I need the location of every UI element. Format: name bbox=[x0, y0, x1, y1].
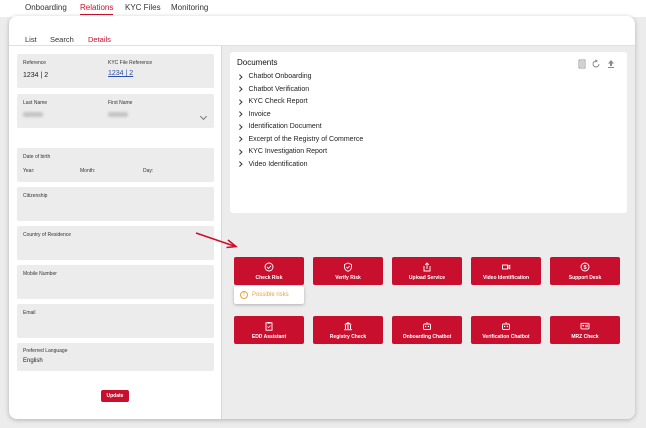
preferred-language-label: Preferred Language bbox=[23, 348, 68, 354]
verify-risk-button[interactable]: Verify Risk bbox=[313, 257, 383, 285]
last-name-redacted bbox=[23, 112, 43, 117]
first-name-label: First Name bbox=[108, 100, 133, 106]
kyc-file-reference-label: KYC File Reference bbox=[108, 60, 153, 66]
tab-monitoring[interactable]: Monitoring bbox=[171, 3, 208, 12]
support-desk-button[interactable]: $ Support Desk bbox=[550, 257, 620, 285]
documents-title: Documents bbox=[237, 58, 278, 67]
registry-check-button[interactable]: Registry Check bbox=[313, 316, 383, 344]
possible-risks-text: Possible risks bbox=[252, 292, 289, 298]
top-navigation: Onboarding Relations KYC Files Monitorin… bbox=[0, 0, 646, 17]
pointer-arrow-icon bbox=[195, 232, 238, 249]
mobile-number-field[interactable]: Mobile Number bbox=[17, 265, 214, 299]
document-item[interactable]: KYC Investigation Report bbox=[237, 148, 327, 155]
dob-month-label[interactable]: Month: bbox=[80, 168, 95, 174]
subtab-details[interactable]: Details bbox=[88, 35, 111, 46]
reference-field: Reference 1234 | 2 KYC File Reference 12… bbox=[17, 54, 214, 88]
clipboard-icon bbox=[265, 321, 273, 331]
video-identification-button[interactable]: Video Identification bbox=[471, 257, 541, 285]
document-item[interactable]: KYC Check Report bbox=[237, 98, 308, 105]
chevron-right-icon bbox=[237, 74, 243, 79]
details-form: Reference 1234 | 2 KYC File Reference 12… bbox=[9, 46, 222, 419]
building-icon bbox=[344, 321, 352, 330]
possible-risks-popover: ! Possible risks bbox=[234, 286, 304, 304]
shield-check-icon bbox=[344, 262, 352, 272]
warning-icon: ! bbox=[240, 291, 248, 299]
preferred-language-field[interactable]: Preferred Language English bbox=[17, 343, 214, 371]
edd-assistant-button[interactable]: EDD Assistant bbox=[234, 316, 304, 344]
list-icon[interactable] bbox=[577, 59, 587, 69]
name-field: Last Name First Name bbox=[17, 94, 214, 128]
document-item[interactable]: Identification Document bbox=[237, 123, 322, 130]
first-name-redacted bbox=[108, 112, 128, 117]
subtab-list[interactable]: List bbox=[25, 35, 37, 44]
tab-kyc-files[interactable]: KYC Files bbox=[125, 3, 161, 12]
document-item[interactable]: Chatbot Verification bbox=[237, 86, 309, 93]
chevron-right-icon bbox=[237, 99, 243, 104]
refresh-icon[interactable] bbox=[591, 59, 601, 69]
upload-service-button[interactable]: Upload Service bbox=[392, 257, 462, 285]
svg-text:$: $ bbox=[583, 265, 586, 271]
chevron-right-icon bbox=[237, 136, 243, 142]
country-of-residence-field[interactable]: Country of Residence bbox=[17, 226, 214, 260]
id-card-icon bbox=[580, 322, 590, 329]
verification-chatbot-button[interactable]: Verification Chatbot bbox=[471, 316, 541, 344]
dob-day-label[interactable]: Day: bbox=[143, 168, 153, 174]
check-circle-icon bbox=[264, 262, 274, 271]
last-name-label: Last Name bbox=[23, 100, 48, 106]
right-pane: Documents Chatbot Onboarding Chatbot Ver… bbox=[222, 46, 635, 419]
citizenship-label: Citizenship bbox=[23, 193, 48, 199]
tab-onboarding[interactable]: Onboarding bbox=[25, 3, 67, 12]
chevron-right-icon bbox=[237, 161, 243, 167]
chevron-down-icon[interactable] bbox=[199, 112, 208, 121]
country-of-residence-label: Country of Residence bbox=[23, 232, 72, 238]
main-card: List Search Details Reference 1234 | 2 K… bbox=[9, 16, 635, 419]
chevron-right-icon bbox=[237, 124, 243, 129]
reference-label: Reference bbox=[23, 60, 47, 66]
check-risk-button[interactable]: Check Risk bbox=[234, 257, 304, 285]
document-item[interactable]: Excerpt of the Registry of Commerce bbox=[237, 136, 363, 143]
upload-icon[interactable] bbox=[606, 59, 616, 69]
date-of-birth-field: Date of birth Year: Month: Day: bbox=[17, 148, 214, 182]
date-of-birth-label: Date of birth bbox=[23, 154, 51, 160]
document-item[interactable]: Video Identification bbox=[237, 161, 308, 168]
tab-relations[interactable]: Relations bbox=[80, 3, 114, 15]
dob-year-label[interactable]: Year: bbox=[23, 168, 35, 174]
preferred-language-value: English bbox=[23, 358, 43, 364]
video-camera-icon bbox=[502, 264, 511, 269]
subtab-search[interactable]: Search bbox=[50, 35, 74, 44]
chevron-right-icon bbox=[237, 149, 243, 154]
documents-panel: Documents Chatbot Onboarding Chatbot Ver… bbox=[230, 52, 627, 213]
kyc-file-reference-link[interactable]: 1234 | 2 bbox=[108, 70, 133, 77]
document-item[interactable]: Invoice bbox=[237, 111, 271, 118]
email-field[interactable]: Email bbox=[17, 304, 214, 338]
bot-icon bbox=[423, 321, 431, 330]
chevron-right-icon bbox=[237, 111, 243, 117]
update-button[interactable]: Update bbox=[101, 390, 129, 402]
reference-value: 1234 | 2 bbox=[23, 72, 49, 79]
bot-icon bbox=[502, 321, 510, 330]
onboarding-chatbot-button[interactable]: Onboarding Chatbot bbox=[392, 316, 462, 344]
document-item[interactable]: Chatbot Onboarding bbox=[237, 73, 312, 80]
mobile-number-label: Mobile Number bbox=[23, 271, 57, 277]
email-label: Email bbox=[23, 310, 36, 316]
chevron-right-icon bbox=[237, 86, 243, 92]
citizenship-field[interactable]: Citizenship bbox=[17, 187, 214, 221]
upload-box-icon bbox=[423, 261, 431, 271]
mrz-check-button[interactable]: MRZ Check bbox=[550, 316, 620, 344]
support-icon: $ bbox=[580, 262, 590, 271]
